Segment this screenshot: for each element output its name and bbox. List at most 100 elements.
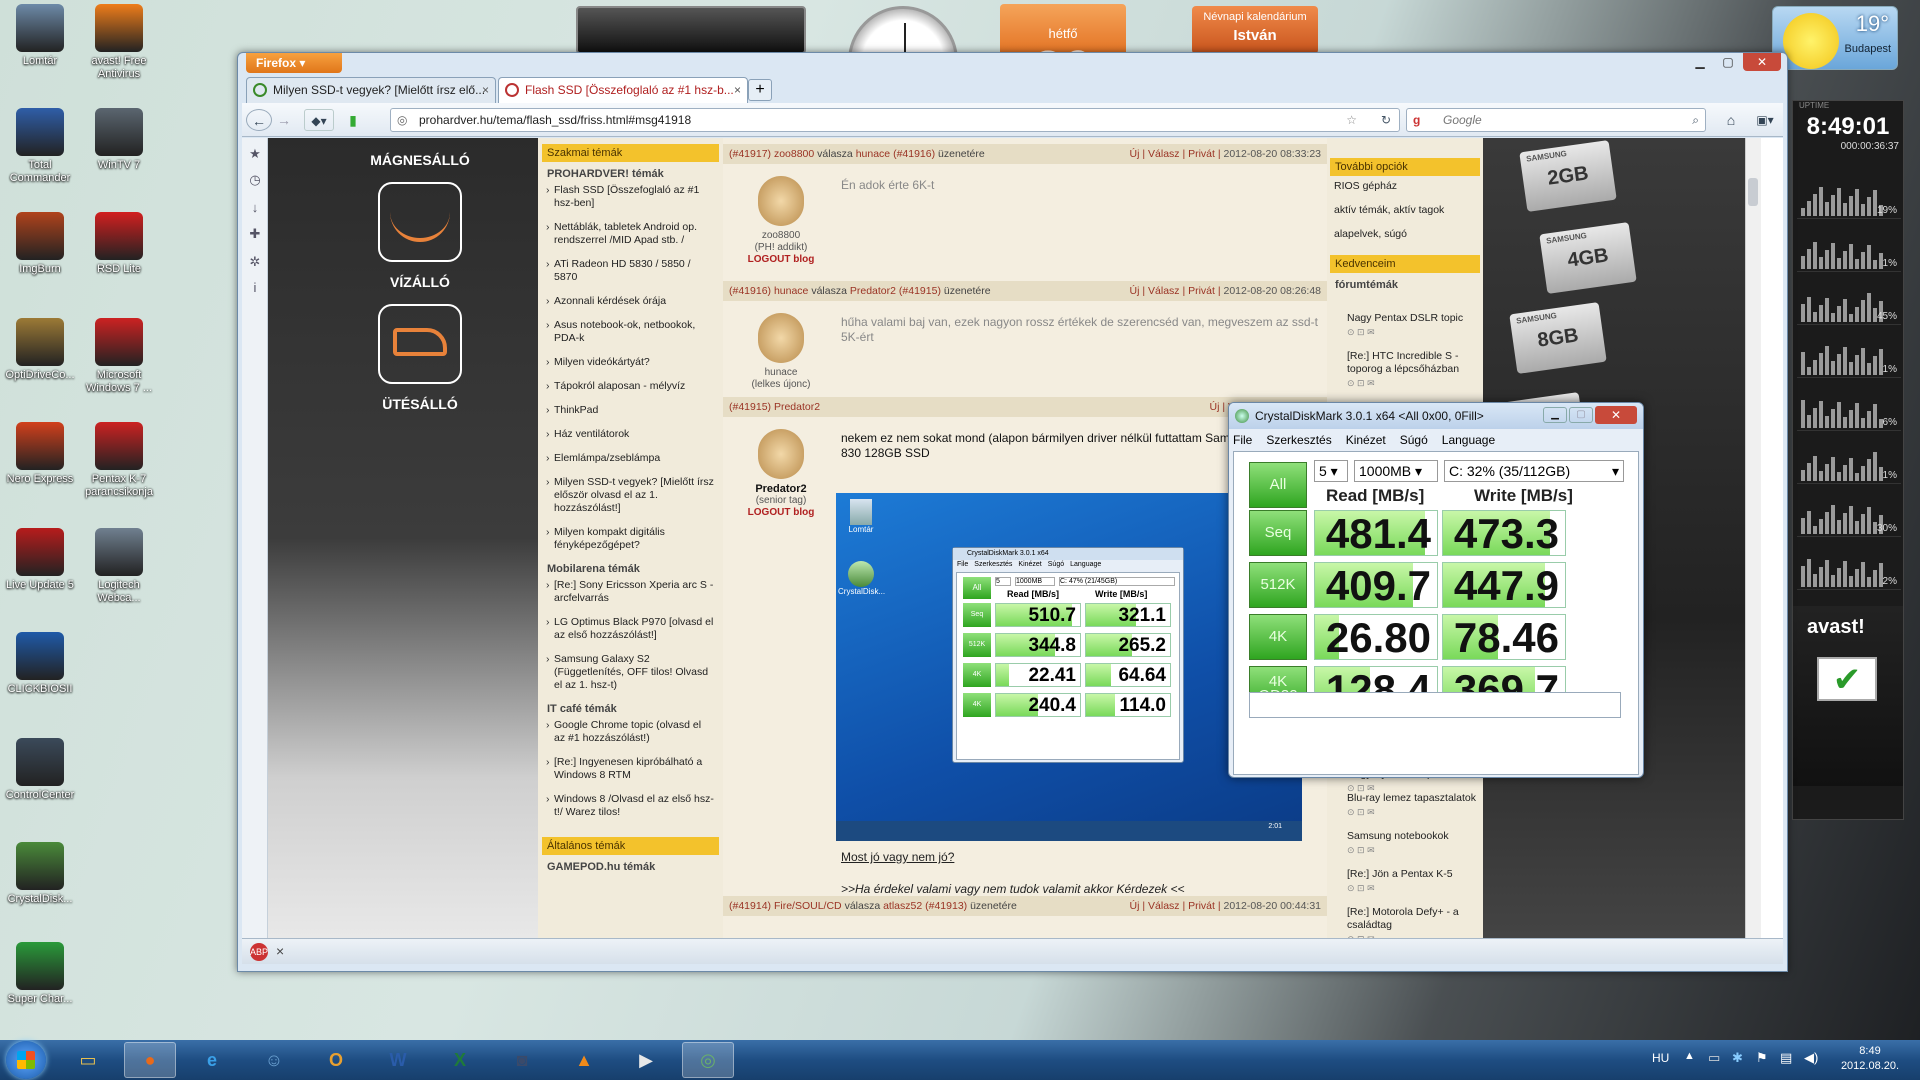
status-close-button[interactable]: × (276, 943, 284, 959)
post-author[interactable]: zoo8800 (774, 148, 814, 160)
vertical-scrollbar[interactable] (1745, 138, 1761, 938)
tray-expand-icon[interactable]: ▲ (1684, 1050, 1695, 1062)
search-input[interactable]: g Google ⌕ (1406, 108, 1706, 132)
tab-close-icon[interactable]: × (482, 78, 489, 102)
desktop-icon[interactable]: CLICKBIOSII (0, 632, 83, 696)
post-action-1[interactable]: Válasz (1148, 285, 1180, 297)
tray-device-icon[interactable]: ▭ (1708, 1050, 1720, 1066)
new-tab-button[interactable]: + (748, 79, 772, 101)
url-bar[interactable]: ◎ prohardver.hu/tema/flash_ssd/friss.htm… (390, 108, 1400, 132)
check-icon[interactable]: ✔ (1817, 657, 1877, 701)
close-window-button[interactable]: ✕ (1743, 53, 1781, 71)
cdm-count-select[interactable]: 5 ▾ (1314, 460, 1348, 482)
post-action-0[interactable]: Új (1130, 148, 1140, 160)
post-author[interactable]: hunace (774, 285, 808, 297)
cdm-test-button-0[interactable]: Seq (1249, 510, 1307, 556)
ie-taskbar-button[interactable]: e (186, 1042, 238, 1078)
cdm-test-button-2[interactable]: 4K (1249, 614, 1307, 660)
post-author[interactable]: Fire/SOUL/CD (774, 900, 842, 912)
favorite-link[interactable]: [Re:] Jön a Pentax K-5 (1347, 868, 1477, 881)
topic-tool-icons[interactable]: ⊙ ⊡ ✉ (1347, 327, 1477, 338)
post-target[interactable]: hunace (856, 148, 890, 160)
desktop-icon[interactable]: Total Commander (0, 108, 83, 185)
topic-link[interactable]: LG Optimus Black P970 [olvasd el az első… (546, 616, 715, 642)
topic-link[interactable]: Elemlámpa/zseblámpa (546, 452, 715, 465)
bluetooth-icon[interactable]: ✱ (1732, 1050, 1743, 1066)
maximize-button[interactable]: ▢ (1715, 53, 1741, 71)
network-icon[interactable]: ▤ (1780, 1050, 1792, 1066)
menu-item-2[interactable]: Kinézet (1018, 561, 1041, 568)
menu-item-1[interactable]: Szerkesztés (974, 561, 1012, 568)
topic-link[interactable]: Milyen kompakt digitális fényképezőgépet… (546, 526, 715, 552)
topic-link[interactable]: Milyen videókártyát? (546, 356, 715, 369)
topic-link[interactable]: Nettáblák, tabletek Android op. rendszer… (546, 221, 715, 247)
post-target-number[interactable]: (#41913) (925, 900, 967, 912)
category-label-water[interactable]: VÍZÁLLÓ (358, 274, 482, 290)
info-icon[interactable]: i (247, 280, 263, 296)
desktop-icon[interactable]: WinTV 7 (76, 108, 162, 172)
favorite-link[interactable]: Samsung notebookok (1347, 830, 1477, 843)
user-name[interactable]: hunace (741, 367, 821, 379)
desktop-icon[interactable]: ControlCenter (0, 738, 83, 802)
desktop-icon[interactable]: avast! Free Antivirus (76, 4, 162, 81)
post-action-2[interactable]: Privát (1188, 900, 1215, 912)
media-taskbar-button[interactable]: ▶ (620, 1042, 672, 1078)
user-blog-link[interactable]: LOGOUT blog (741, 507, 821, 519)
menu-item-0[interactable]: File (957, 561, 968, 568)
post-action-0[interactable]: Új (1130, 285, 1140, 297)
favorite-link[interactable]: [Re:] HTC Incredible S - toporog a lépcs… (1347, 350, 1477, 376)
volume-icon[interactable]: ◀) (1804, 1050, 1818, 1066)
desktop-icon[interactable]: CrystalDisk... (0, 842, 83, 906)
topic-tool-icons[interactable]: ⊙ ⊡ ✉ (1347, 883, 1477, 894)
user-blog-link[interactable]: LOGOUT blog (741, 254, 821, 266)
topic-link[interactable]: [Re:] Sony Ericsson Xperia arc S - arcfe… (546, 579, 715, 605)
cdm-test-button-1[interactable]: 512K (1249, 562, 1307, 608)
back-button[interactable]: ← (246, 109, 272, 131)
category-label-shock[interactable]: ÜTÉSÁLLÓ (358, 396, 482, 412)
option-link[interactable]: aktív témák, aktív tagok (1334, 204, 1477, 217)
forward-button[interactable]: → (274, 109, 294, 131)
user-name[interactable]: zoo8800 (741, 230, 821, 242)
user-avatar[interactable] (758, 176, 804, 226)
post-target[interactable]: atlasz52 (883, 900, 922, 912)
explorer-taskbar-button[interactable]: ▭ (62, 1042, 114, 1078)
shot-taskbar-button[interactable]: ◙ (496, 1042, 548, 1078)
desktop-icon[interactable]: OptiDriveCo... (0, 318, 83, 382)
topic-link[interactable]: Tápokról alaposan - mélyvíz (546, 380, 715, 393)
post-author[interactable]: Predator2 (774, 401, 820, 413)
user-name[interactable]: Predator2 (741, 483, 821, 495)
browser-tab-1[interactable]: Flash SSD [Összefoglaló az #1 hsz-b... × (498, 77, 748, 103)
topic-link[interactable]: [Re:] Ingyenesen kipróbálható a Windows … (546, 756, 715, 782)
post-target-number[interactable]: (#41916) (893, 148, 935, 160)
firefox-taskbar-button[interactable]: ● (124, 1042, 176, 1078)
cdm-drive-select[interactable]: C: 32% (35/112GB) ▾ (1444, 460, 1624, 482)
option-link[interactable]: alapelvek, súgó (1334, 228, 1477, 241)
gear-icon[interactable]: ✲ (247, 254, 263, 270)
user-avatar[interactable] (758, 429, 804, 479)
topic-link[interactable]: Ház ventilátorok (546, 428, 715, 441)
menu-item-3[interactable]: Súgó (1048, 561, 1064, 568)
topic-tool-icons[interactable]: ⊙ ⊡ ✉ (1347, 845, 1477, 856)
puzzle-icon[interactable]: ✚ (247, 226, 263, 242)
favorite-link[interactable]: [Re:] Motorola Defy+ - a családtag (1347, 906, 1477, 932)
minimize-button[interactable]: ▁ (1687, 53, 1713, 71)
topic-link[interactable]: ThinkPad (546, 404, 715, 417)
desktop-icon[interactable]: Super Char... (0, 942, 83, 1006)
download-icon[interactable]: ↓ (247, 200, 263, 216)
cdm-close-button[interactable]: ✕ (1595, 406, 1637, 424)
menu-item-4[interactable]: Language (1442, 433, 1495, 447)
post-action-1[interactable]: Válasz (1148, 900, 1180, 912)
menu-item-4[interactable]: Language (1070, 561, 1101, 568)
desktop-icon[interactable]: Live Update 5 (0, 528, 83, 592)
cdm-minimize-button[interactable]: ▁ (1543, 407, 1567, 423)
vlc-taskbar-button[interactable]: ▲ (558, 1042, 610, 1078)
topic-link[interactable]: ATi Radeon HD 5830 / 5850 / 5870 (546, 258, 715, 284)
topic-tool-icons[interactable]: ⊙ ⊡ ✉ (1347, 807, 1477, 818)
desktop-icon[interactable]: Nero Express (0, 422, 83, 486)
menu-item-2[interactable]: Kinézet (1346, 433, 1386, 447)
post-number[interactable]: (#41914) (729, 900, 771, 912)
topic-link[interactable]: Asus notebook-ok, netbookok, PDA-k (546, 319, 715, 345)
browser-tab-0[interactable]: Milyen SSD-t vegyek? [Mielőtt írsz elő..… (246, 77, 496, 103)
tab-close-icon[interactable]: × (734, 78, 741, 102)
start-button[interactable] (6, 1041, 46, 1079)
